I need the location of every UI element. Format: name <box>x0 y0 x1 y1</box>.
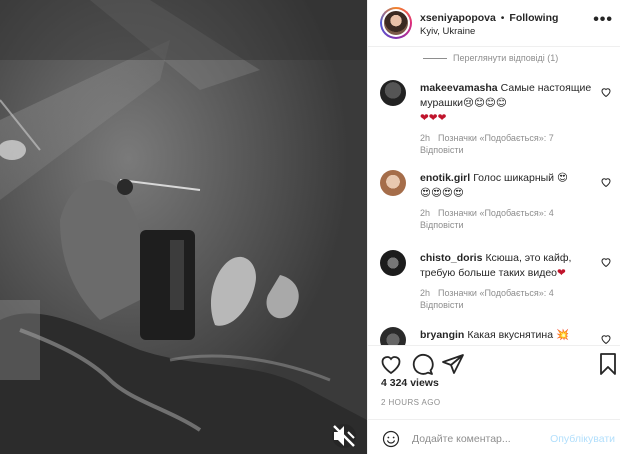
comment-time[interactable]: 2h <box>420 208 430 218</box>
comment-text: Голос шикарный 😍 <box>473 172 568 184</box>
location-link[interactable]: Kyiv, Ukraine <box>420 26 475 37</box>
post-details-panel: xseniyapopova • Following Kyiv, Ukraine … <box>367 0 620 454</box>
post-comment-button[interactable]: Опублікувати <box>550 433 615 445</box>
view-count[interactable]: 4 324 views <box>381 377 439 389</box>
following-button[interactable]: Following <box>509 12 558 24</box>
comment-text: Какая вкуснятина 💥 <box>467 329 570 341</box>
heart-icon[interactable] <box>600 333 612 345</box>
heart-icon[interactable] <box>600 256 612 268</box>
commenter-username[interactable]: chisto_doris <box>420 252 482 264</box>
comment-meta: 2h Позначки «Подобається»: 4 Відповісти <box>420 207 596 231</box>
speaker-muted-icon <box>333 425 355 447</box>
author-avatar[interactable] <box>380 7 412 39</box>
post-header: xseniyapopova • Following Kyiv, Ukraine … <box>368 0 620 47</box>
commenter-username[interactable]: makeevamasha <box>420 82 498 94</box>
smiley-icon[interactable] <box>382 430 400 448</box>
author-username[interactable]: xseniyapopova <box>420 12 496 24</box>
commenter-avatar[interactable] <box>380 327 406 345</box>
paper-plane-icon[interactable] <box>441 352 465 376</box>
comment-input[interactable] <box>412 429 542 449</box>
comment-time[interactable]: 2h <box>420 133 430 143</box>
comment-meta: 2h Позначки «Подобається»: 4 Відповісти <box>420 287 596 311</box>
reply-button[interactable]: Відповісти <box>420 220 464 230</box>
comment-likes[interactable]: Позначки «Подобається»: 4 <box>438 208 554 218</box>
comment-hearts: ❤❤❤ <box>420 112 447 124</box>
comment-meta: 2h Позначки «Подобається»: 7 Відповісти <box>420 132 596 156</box>
commenter-username[interactable]: enotik.girl <box>420 172 470 184</box>
post-timestamp[interactable]: 2 HOURS AGO <box>381 398 441 407</box>
reply-button[interactable]: Відповісти <box>420 145 464 155</box>
ellipsis-icon[interactable]: ••• <box>593 12 613 28</box>
bookmark-icon[interactable] <box>596 352 620 376</box>
post-video[interactable] <box>0 0 367 454</box>
comment-emojis: 😍😍😍😍 <box>420 187 464 199</box>
comment-hearts: ❤ <box>557 267 566 279</box>
commenter-avatar[interactable] <box>380 170 406 196</box>
comments-list[interactable]: Переглянути відповіді (1) makeevamasha Са… <box>368 48 620 345</box>
video-frame <box>0 0 367 454</box>
heart-icon[interactable] <box>379 352 403 376</box>
add-comment-bar: Опублікувати <box>368 419 620 454</box>
view-replies-button[interactable]: Переглянути відповіді (1) <box>423 53 558 63</box>
comment-icon[interactable] <box>410 352 434 376</box>
mute-button[interactable] <box>332 424 356 448</box>
commenter-username[interactable]: bryangin <box>420 329 464 341</box>
author-line: xseniyapopova • Following <box>420 12 558 24</box>
commenter-avatar[interactable] <box>380 250 406 276</box>
reply-button[interactable]: Відповісти <box>420 300 464 310</box>
comment-likes[interactable]: Позначки «Подобається»: 7 <box>438 133 554 143</box>
heart-icon[interactable] <box>600 176 612 188</box>
commenter-avatar[interactable] <box>380 80 406 106</box>
separator: • <box>500 12 505 24</box>
comment-likes[interactable]: Позначки «Подобається»: 4 <box>438 288 554 298</box>
heart-icon[interactable] <box>600 86 612 98</box>
comment-time[interactable]: 2h <box>420 288 430 298</box>
